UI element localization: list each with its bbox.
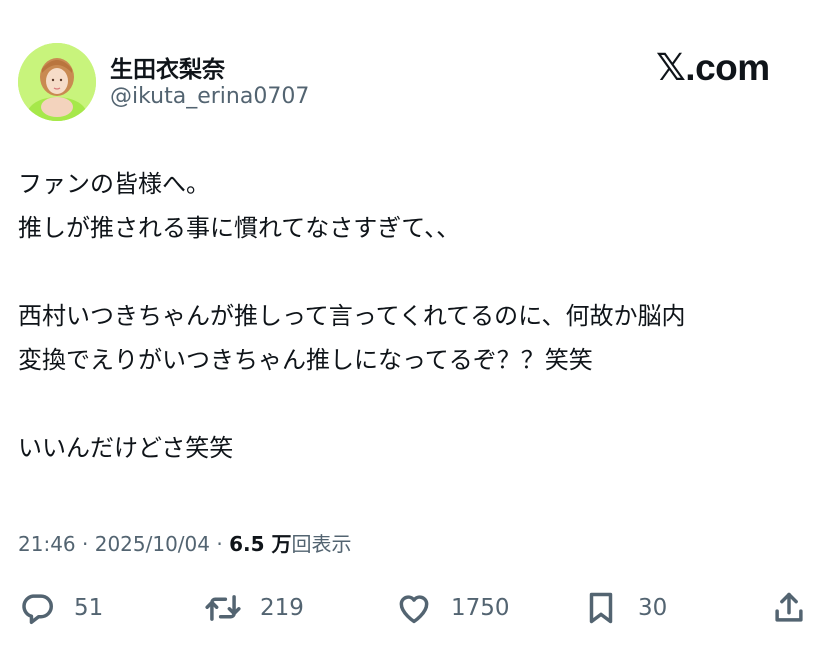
heart-icon	[399, 595, 429, 624]
post-time[interactable]: 21:46	[18, 532, 76, 556]
views-label: 回表示	[291, 532, 352, 556]
post-line: 西村いつきちゃんが推しって言ってくれてるのに、何故か脳内	[18, 302, 686, 330]
author-handle[interactable]: @ikuta_erina0707	[110, 84, 309, 109]
post-line: ファンの皆様へ。	[18, 170, 210, 198]
post-text: ファンの皆様へ。 推しが推される事に慣れてなさすぎて、、 西村いつきちゃんが推し…	[18, 162, 818, 470]
reply-button[interactable]: 51	[18, 585, 103, 631]
avatar[interactable]	[18, 43, 96, 121]
author-name[interactable]: 生田衣梨奈	[110, 50, 225, 84]
meta-separator: ·	[82, 532, 89, 556]
like-button[interactable]: 1750	[395, 585, 510, 631]
reply-count: 51	[74, 595, 104, 621]
x-logo: 𝕏.com	[656, 47, 770, 88]
retweet-icon	[205, 595, 241, 621]
profile-photo	[18, 43, 96, 121]
post-line: 変換でえりがいつきちゃん推しになってるぞ？？笑笑	[18, 346, 593, 374]
action-bar: 51 219 1750 30	[0, 585, 828, 631]
bookmark-icon	[589, 592, 613, 624]
share-icon	[775, 592, 803, 622]
post-line-blank	[18, 250, 818, 294]
bookmark-count: 30	[638, 595, 668, 621]
post-line: いいんだけどさ笑笑	[18, 434, 234, 462]
views-count: 6.5 万	[229, 532, 292, 556]
post-date[interactable]: 2025/10/04	[95, 532, 210, 556]
post-meta: 21:46 · 2025/10/04 · 6.5 万回表示	[18, 528, 351, 557]
like-count: 1750	[451, 595, 510, 621]
retweet-button[interactable]: 219	[204, 585, 304, 631]
post-line-blank	[18, 382, 818, 426]
meta-separator: ·	[216, 532, 223, 556]
retweet-count: 219	[260, 595, 304, 621]
share-button[interactable]	[770, 585, 808, 631]
reply-icon	[22, 594, 53, 624]
bookmark-button[interactable]: 30	[582, 585, 667, 631]
post-line: 推しが推される事に慣れてなさすぎて、、	[18, 214, 461, 242]
